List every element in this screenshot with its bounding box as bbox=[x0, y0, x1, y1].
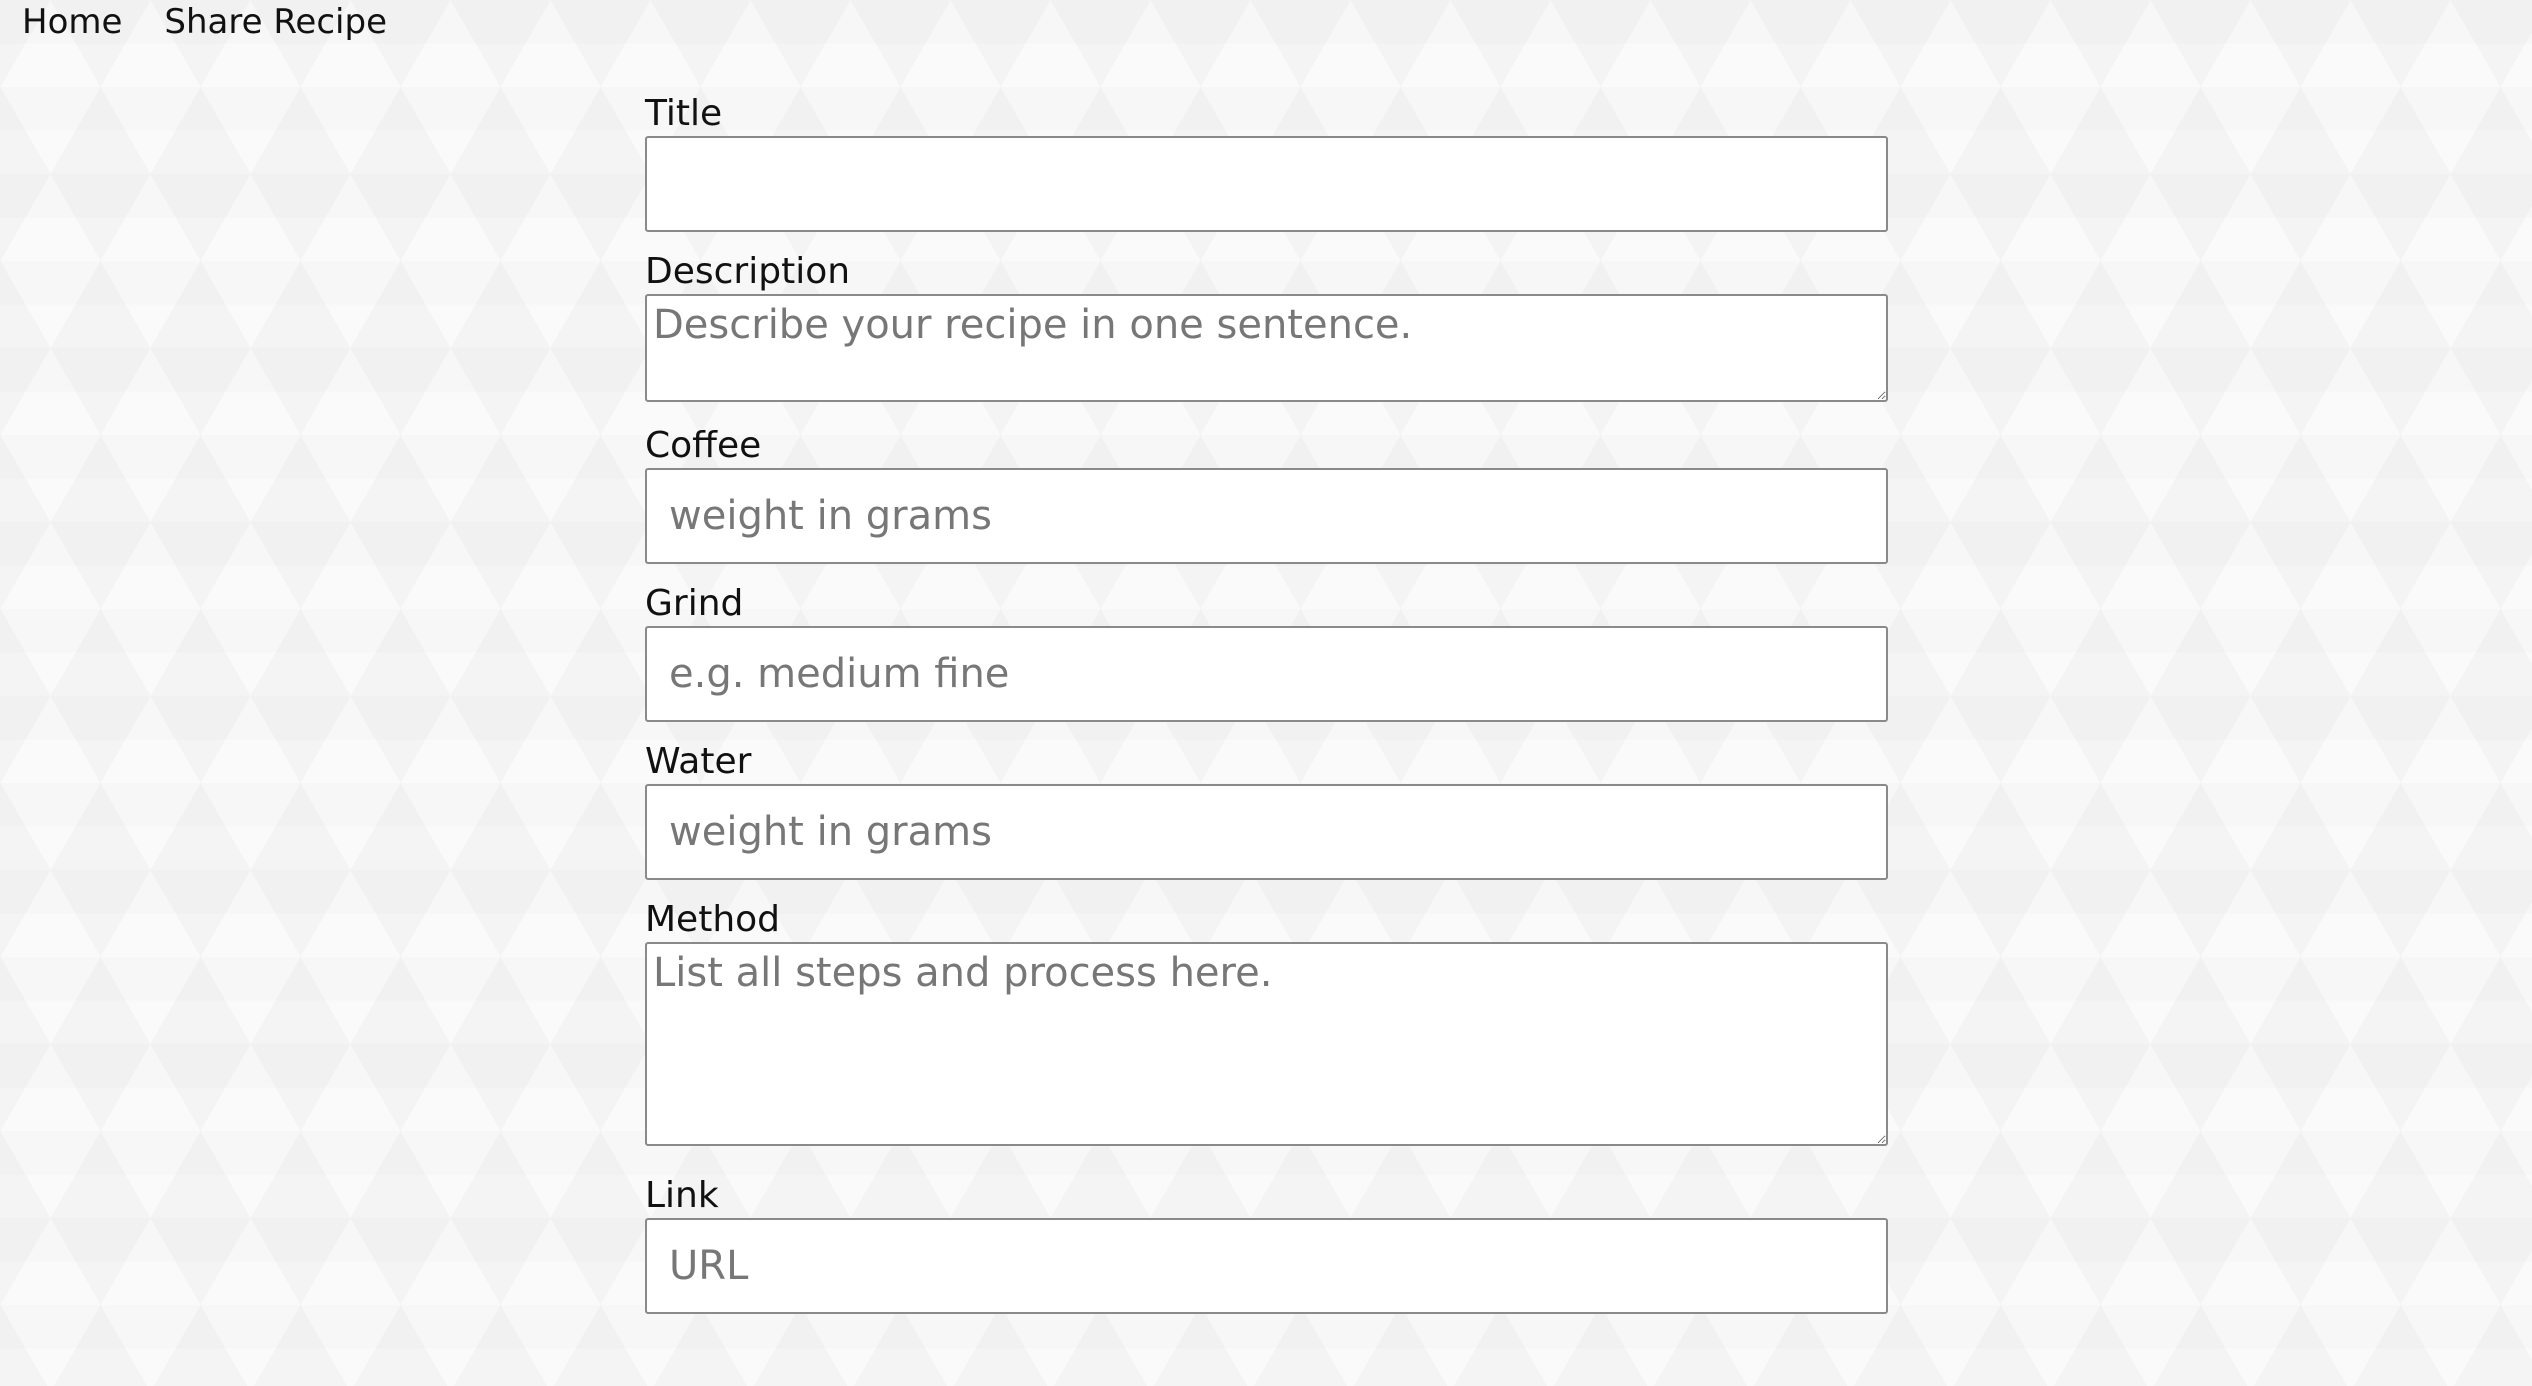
coffee-label: Coffee bbox=[645, 425, 762, 466]
nav-share-recipe-link[interactable]: Share Recipe bbox=[164, 2, 387, 42]
description-textarea[interactable] bbox=[645, 294, 1888, 402]
water-input[interactable] bbox=[645, 784, 1888, 880]
method-textarea[interactable] bbox=[645, 942, 1888, 1146]
method-label: Method bbox=[645, 899, 781, 940]
coffee-input[interactable] bbox=[645, 468, 1888, 564]
nav-home-link[interactable]: Home bbox=[22, 2, 122, 42]
grind-input[interactable] bbox=[645, 626, 1888, 722]
share-recipe-form: Title Description Coffee Grind Water Met… bbox=[645, 92, 1888, 1314]
water-label: Water bbox=[645, 741, 752, 782]
grind-label: Grind bbox=[645, 583, 744, 624]
title-input[interactable] bbox=[645, 136, 1888, 232]
link-label: Link bbox=[645, 1175, 719, 1216]
description-label: Description bbox=[645, 251, 851, 292]
top-nav: Home Share Recipe bbox=[22, 0, 387, 44]
link-input[interactable] bbox=[645, 1218, 1888, 1314]
title-label: Title bbox=[645, 93, 723, 134]
